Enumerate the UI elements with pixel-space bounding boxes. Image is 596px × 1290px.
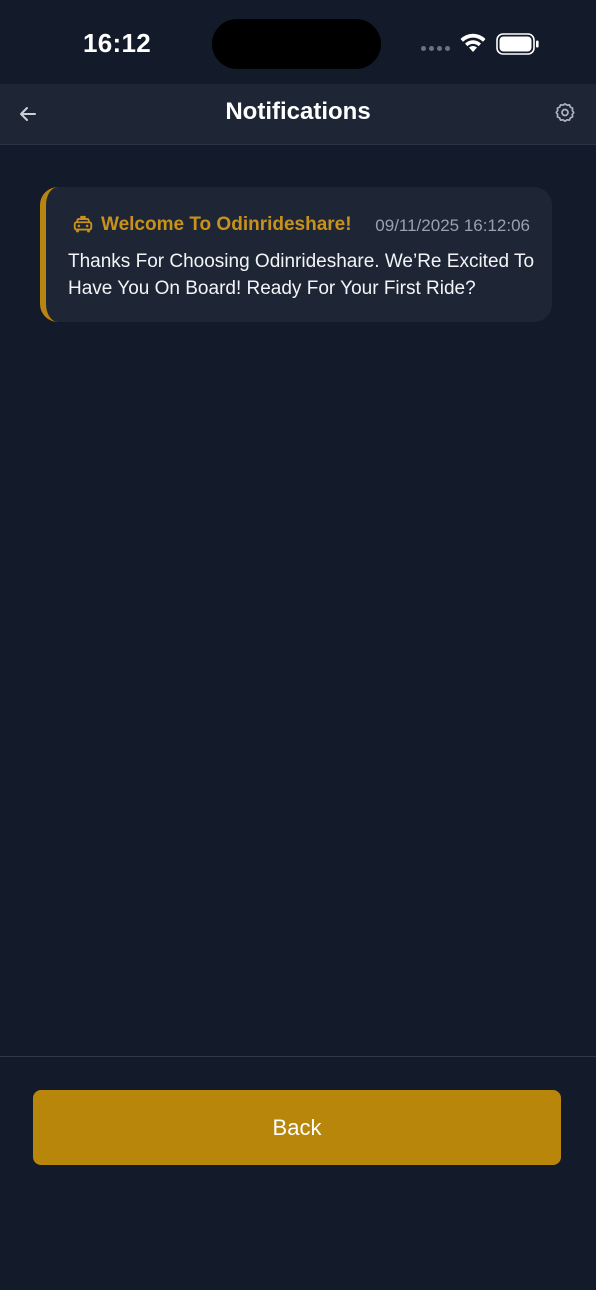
dynamic-island <box>212 19 381 69</box>
battery-icon <box>496 33 539 55</box>
notification-card[interactable]: Welcome To Odinrideshare! 09/11/2025 16:… <box>40 187 552 322</box>
back-button[interactable]: Back <box>33 1090 561 1165</box>
footer-divider <box>0 1056 596 1057</box>
notification-timestamp: 09/11/2025 16:12:06 <box>375 216 530 235</box>
notifications-screen: 16:12 Notifications Welcome To Odinrides… <box>0 0 596 1290</box>
notification-title: Welcome To Odinrideshare! <box>101 214 352 235</box>
cellular-signal-icon <box>421 46 450 51</box>
status-bar: 16:12 <box>0 0 596 84</box>
page-title: Notifications <box>225 98 371 125</box>
notification-body: Thanks For Choosing Odinrideshare. We’Re… <box>68 251 535 299</box>
wifi-icon <box>460 33 486 52</box>
status-time: 16:12 <box>83 28 151 58</box>
app-header: Notifications <box>0 84 596 145</box>
gear-icon[interactable] <box>553 101 577 125</box>
taxi-icon <box>73 215 93 233</box>
